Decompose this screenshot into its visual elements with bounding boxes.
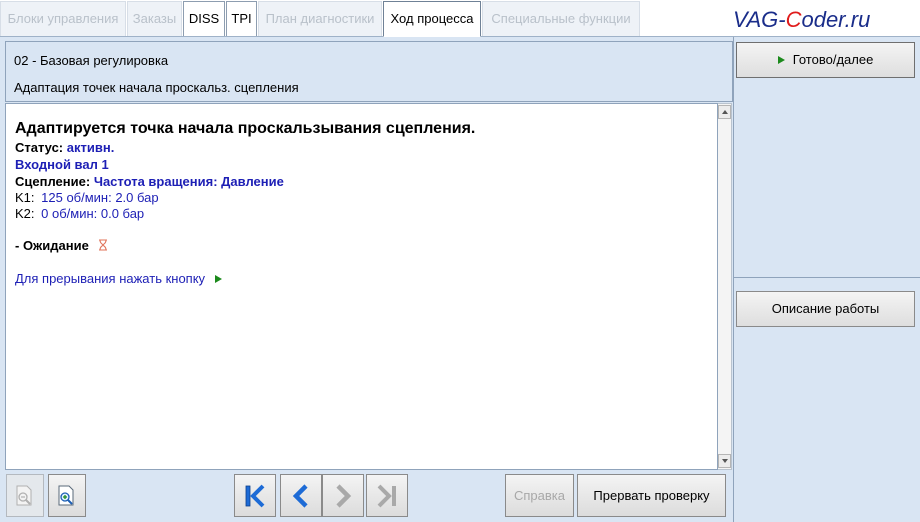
- skip-first-icon: [245, 484, 265, 507]
- triangle-down-icon: [722, 459, 728, 463]
- tab-bar: Блоки управления Заказы DISS TPI План ди…: [0, 0, 920, 37]
- work-description-button[interactable]: Описание работы: [736, 291, 915, 327]
- right-action-panel: Готово/далее Описание работы: [733, 37, 920, 522]
- tab-orders[interactable]: Заказы: [127, 1, 182, 36]
- procedure-header: 02 - Базовая регулировка Адаптация точек…: [5, 41, 733, 102]
- chevron-right-icon: [336, 483, 352, 508]
- ready-next-label: Готово/далее: [792, 52, 874, 67]
- interrupt-hint-text: Для прерывания нажать кнопку: [15, 271, 206, 286]
- procedure-code: 02 - Базовая регулировка: [14, 53, 169, 68]
- k1-value: 125 об/мин: 2.0 бар: [41, 190, 159, 205]
- ready-next-button[interactable]: Готово/далее: [736, 42, 915, 78]
- tab-special-functions[interactable]: Специальные функции: [482, 1, 640, 36]
- process-output-panel: Адаптируется точка начала проскальзывани…: [5, 103, 718, 470]
- k1-line: K1: 125 об/мин: 2.0 бар: [15, 190, 159, 205]
- previous-step-button[interactable]: [280, 474, 322, 517]
- waiting-line: - Ожидание: [15, 238, 108, 253]
- first-step-button[interactable]: [234, 474, 276, 517]
- status-line: Статус: активн.: [15, 140, 114, 155]
- status-label: Статус:: [15, 140, 64, 155]
- zoom-in-button[interactable]: [48, 474, 86, 517]
- interrupt-hint: Для прерывания нажать кнопку: [15, 271, 222, 286]
- tab-diss[interactable]: DISS: [183, 1, 225, 36]
- right-panel-divider: [734, 277, 920, 278]
- scroll-down-button[interactable]: [718, 454, 731, 468]
- next-step-button[interactable]: [322, 474, 364, 517]
- play-arrow-icon: [214, 275, 222, 283]
- k2-label: K2:: [15, 206, 35, 221]
- play-arrow-icon: [777, 56, 785, 64]
- input-shaft-label: Входной вал 1: [15, 157, 109, 172]
- tab-diagnostic-plan[interactable]: План диагностики: [258, 1, 382, 36]
- abort-test-button[interactable]: Прервать проверку: [577, 474, 726, 517]
- last-step-button[interactable]: [366, 474, 408, 517]
- content-scrollbar[interactable]: [718, 103, 732, 470]
- triangle-up-icon: [722, 110, 728, 114]
- clutch-label: Сцепление:: [15, 174, 91, 189]
- zoom-out-button[interactable]: [6, 474, 44, 517]
- k1-label: K1:: [15, 190, 35, 205]
- k2-value: 0 об/мин: 0.0 бар: [41, 206, 145, 221]
- waiting-label: - Ожидание: [15, 238, 89, 253]
- watermark-logo: VAG-Coder.ru: [733, 7, 871, 32]
- hourglass-icon: [98, 239, 108, 251]
- k2-line: K2: 0 об/мин: 0.0 бар: [15, 206, 144, 221]
- tab-tpi[interactable]: TPI: [226, 1, 257, 36]
- clutch-line: Сцепление: Частота вращения: Давление: [15, 174, 284, 189]
- zoom-out-icon: [16, 485, 32, 505]
- chevron-left-icon: [292, 483, 308, 508]
- skip-last-icon: [377, 484, 396, 507]
- tab-process-flow[interactable]: Ход процесса: [383, 1, 481, 37]
- scroll-up-button[interactable]: [718, 105, 731, 119]
- status-value: активн.: [66, 140, 115, 155]
- procedure-name: Адаптация точек начала проскальз. сцепле…: [14, 80, 299, 95]
- help-button[interactable]: Справка: [505, 474, 574, 517]
- zoom-in-icon: [58, 485, 74, 505]
- process-title: Адаптируется точка начала проскальзывани…: [15, 120, 476, 137]
- tab-control-units[interactable]: Блоки управления: [0, 1, 126, 36]
- clutch-value: Частота вращения: Давление: [93, 174, 284, 189]
